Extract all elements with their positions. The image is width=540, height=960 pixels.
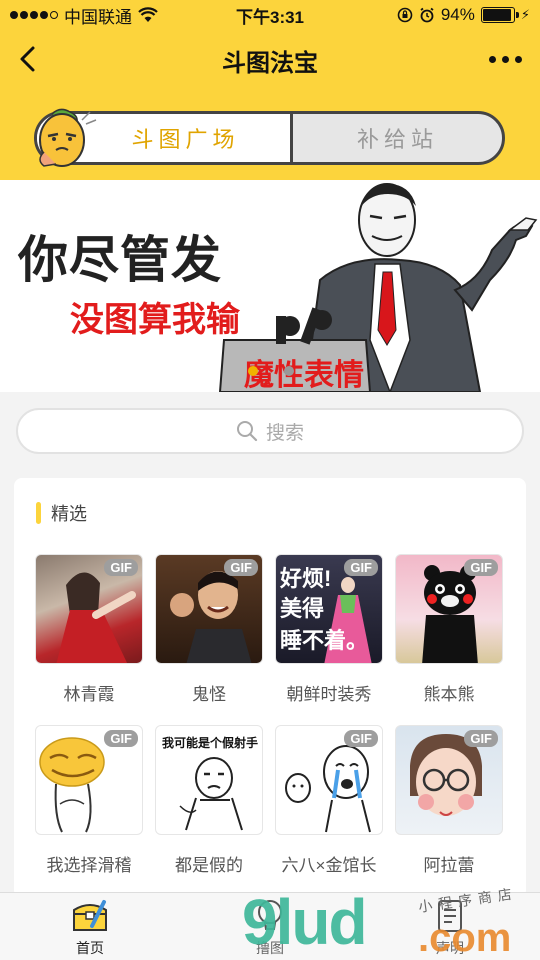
sticker-thumbnail[interactable]: 好烦! 美得 睡不着。 GIF [275, 554, 383, 664]
gif-badge: GIF [104, 730, 138, 747]
sticker-label: 六八×金馆长 [281, 856, 377, 875]
sticker-label: 鬼怪 [192, 685, 226, 704]
sticker-item[interactable]: GIF 林青霞 [35, 554, 143, 705]
pagination-dot-active[interactable] [248, 366, 258, 376]
mango-mascot-icon [39, 108, 97, 167]
back-arrow-icon[interactable] [14, 44, 44, 74]
gif-badge: GIF [224, 559, 258, 576]
sticker-label: 都是假的 [175, 856, 243, 875]
sticker-item[interactable]: GIF 阿拉蕾 [395, 725, 503, 876]
page-title: 斗图法宝 [222, 49, 318, 77]
battery-percent: 94% [440, 5, 475, 24]
featured-card: 精选 GIF 林青霞 GIF 鬼怪 好烦! 美得 睡不着。 GIF 朝鲜时装秀 … [14, 478, 526, 898]
sticker-label: 阿拉蕾 [423, 856, 475, 875]
sticker-item[interactable]: GIF 六八×金馆长 [275, 725, 383, 876]
tab-header: 斗图广场 补给站 [0, 90, 540, 180]
more-options-icon[interactable] [489, 56, 522, 63]
lightbulb-icon [258, 900, 282, 930]
search-placeholder: 搜索 [265, 422, 304, 444]
search-area: 搜索 [0, 392, 540, 470]
tab-supply-station[interactable]: 补给站 [293, 114, 502, 162]
sticker-label: 我选择滑稽 [46, 856, 132, 875]
gif-badge: GIF [344, 559, 378, 576]
sticker-thumbnail[interactable]: 我可能是个假射手 [155, 725, 263, 835]
document-icon [438, 900, 462, 932]
navigation-bar: 斗图法宝 [0, 30, 540, 90]
sticker-item[interactable]: 好烦! 美得 睡不着。 GIF 朝鲜时装秀 [275, 554, 383, 705]
wifi-icon [138, 7, 158, 22]
status-time: 下午3:31 [235, 7, 305, 27]
tab-statement-label: 声明 [436, 940, 464, 956]
sticker-thumbnail[interactable]: GIF [275, 725, 383, 835]
treasure-chest-icon [73, 900, 107, 931]
sticker-thumbnail[interactable]: GIF [35, 725, 143, 835]
gif-badge: GIF [464, 559, 498, 576]
tab-make-meme[interactable]: 撸图 [180, 893, 360, 960]
sticker-thumbnail[interactable]: GIF [155, 554, 263, 664]
promo-banner[interactable]: 你尽管发 没图算我输 魔性表情 [0, 180, 540, 392]
status-right: 94% ⚡ [330, 5, 530, 25]
sticker-caption-1: 好烦! [280, 566, 332, 591]
tab-statement[interactable]: 声明 [360, 893, 540, 960]
sticker-item[interactable]: 我可能是个假射手 都是假的 [155, 725, 263, 876]
section-title: 精选 [51, 504, 87, 524]
sticker-item[interactable]: GIF 熊本熊 [395, 554, 503, 705]
bottom-tab-bar: 首页 撸图 声明 [0, 892, 540, 960]
sticker-label: 熊本熊 [423, 685, 475, 704]
banner-pagination [248, 366, 294, 376]
tab-home[interactable]: 首页 [0, 893, 180, 960]
banner-headline: 你尽管发 [18, 232, 222, 288]
signal-icon [10, 11, 58, 19]
battery-icon [480, 7, 519, 23]
gif-badge: GIF [464, 730, 498, 747]
status-left: 中国联通 [10, 3, 210, 28]
sticker-caption-3: 睡不着。 [280, 628, 369, 653]
charging-icon: ⚡ [520, 7, 530, 22]
pagination-dot[interactable] [284, 366, 294, 376]
tab-make-meme-label: 撸图 [256, 940, 284, 956]
sticker-thumbnail[interactable]: GIF [395, 725, 503, 835]
gif-badge: GIF [104, 559, 138, 576]
sticker-caption: 我可能是个假射手 [162, 736, 259, 750]
gif-badge: GIF [344, 730, 378, 747]
sticker-grid: GIF 林青霞 GIF 鬼怪 好烦! 美得 睡不着。 GIF 朝鲜时装秀 GIF… [35, 554, 505, 876]
search-icon [236, 421, 258, 442]
sticker-thumbnail[interactable]: GIF [35, 554, 143, 664]
alarm-icon [420, 7, 434, 23]
sticker-item[interactable]: GIF 鬼怪 [155, 554, 263, 705]
sticker-label: 朝鲜时装秀 [286, 685, 372, 704]
search-input[interactable]: 搜索 [16, 408, 524, 454]
sticker-item[interactable]: GIF 我选择滑稽 [35, 725, 143, 876]
sticker-caption-2: 美得 [280, 596, 325, 621]
section-header: 精选 [36, 500, 87, 526]
carrier-label: 中国联通 [64, 7, 132, 27]
section-accent-bar [36, 502, 41, 524]
sticker-thumbnail[interactable]: GIF [395, 554, 503, 664]
segmented-tabs: 斗图广场 补给站 [34, 111, 505, 165]
rotation-lock-icon [397, 7, 413, 23]
tab-home-label: 首页 [76, 940, 104, 956]
status-bar: 中国联通 下午3:31 94% ⚡ [0, 0, 540, 30]
sticker-label: 林青霞 [63, 685, 115, 704]
